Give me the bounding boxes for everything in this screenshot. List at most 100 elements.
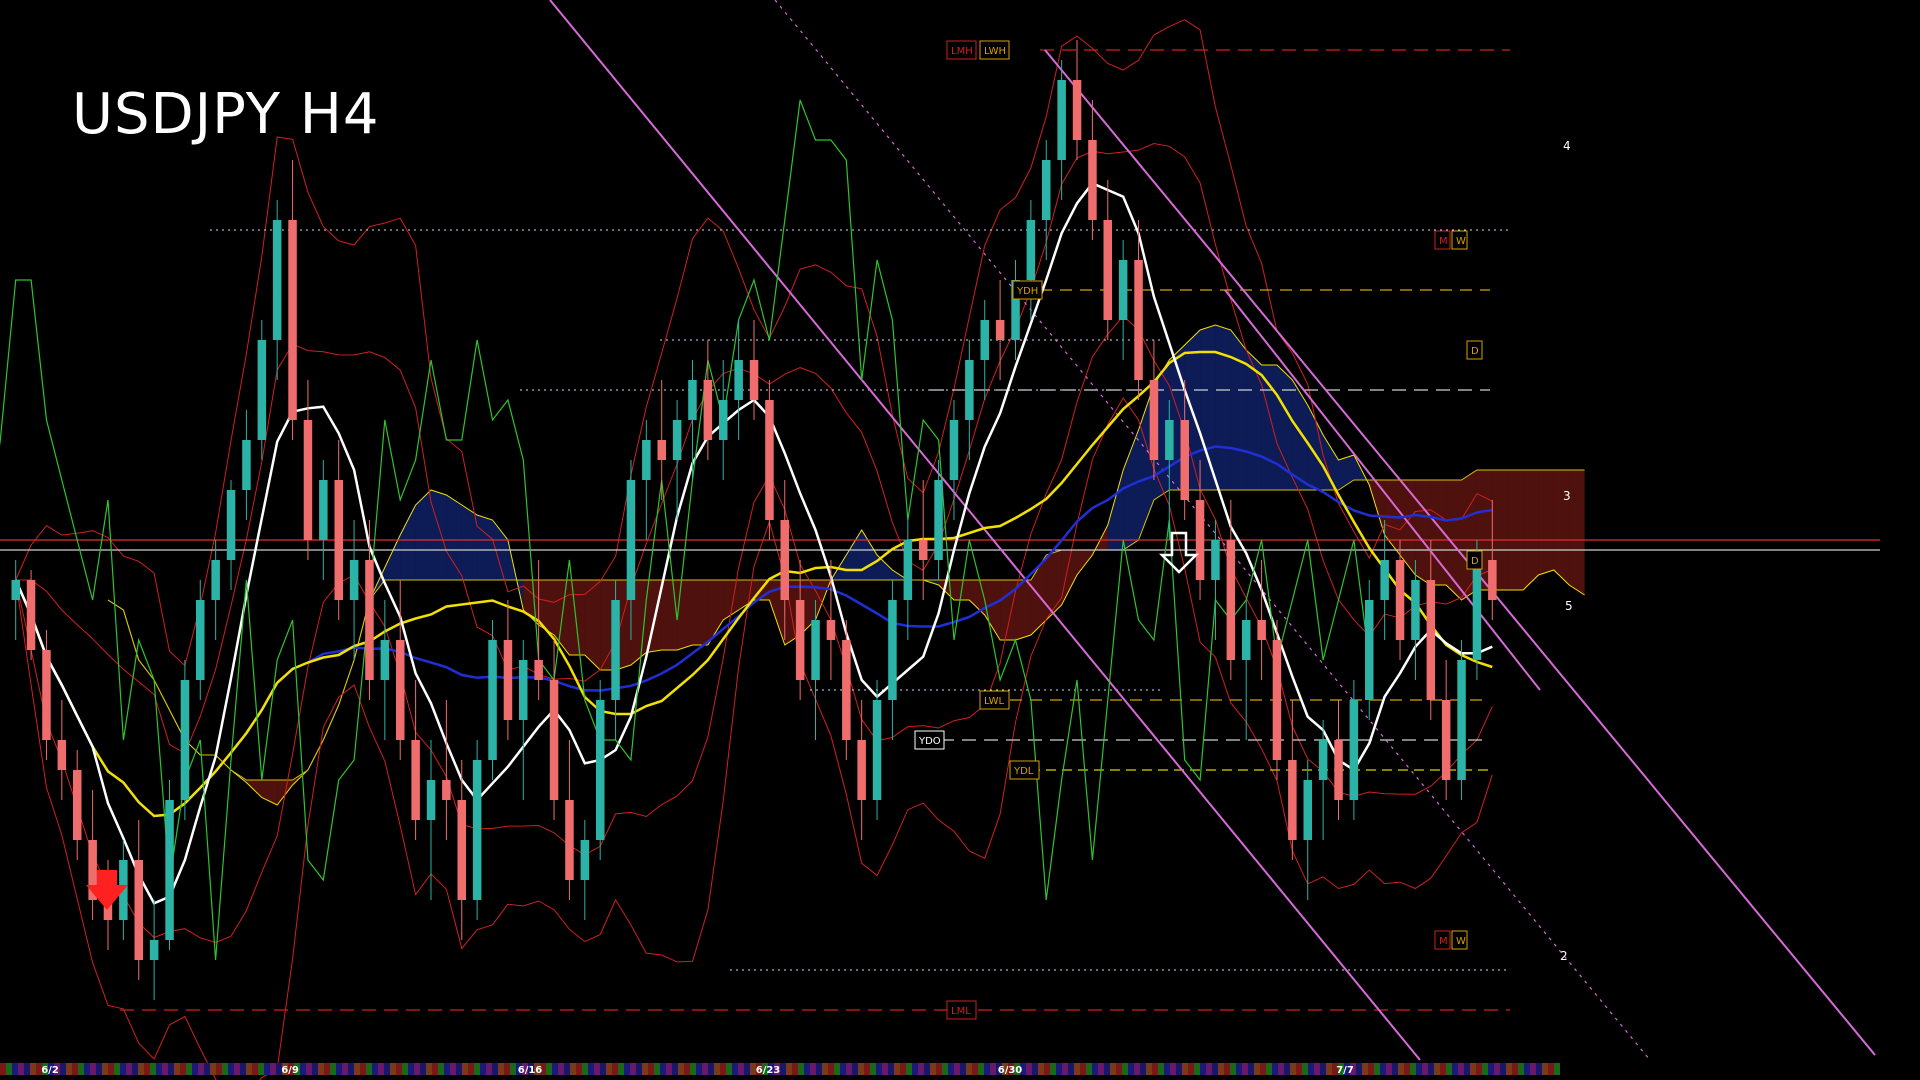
axis-stripe [456, 1063, 462, 1075]
axis-stripe [1074, 1063, 1080, 1075]
cloud-segment [861, 530, 878, 580]
candle-body [596, 700, 605, 840]
cloud-segment [846, 530, 862, 580]
axis-stripe [78, 1063, 84, 1075]
candle-body [272, 220, 282, 340]
axis-stripe [342, 1063, 348, 1075]
axis-stripe [672, 1063, 678, 1075]
candle-body [257, 340, 267, 440]
candle-body [1395, 560, 1405, 640]
cloud-segment [1000, 580, 1016, 640]
axis-stripe [414, 1063, 420, 1075]
axis-stripe [306, 1063, 312, 1075]
axis-stripe [612, 1063, 618, 1075]
axis-stripe [942, 1063, 948, 1075]
candle-body [303, 420, 313, 540]
candle-body [611, 600, 620, 700]
axis-stripe [1212, 1063, 1218, 1075]
axis-stripe [390, 1063, 396, 1075]
axis-stripe [1368, 1063, 1374, 1075]
axis-stripe [1038, 1063, 1044, 1075]
axis-stripe [60, 1063, 66, 1075]
candle-body [396, 640, 405, 740]
axis-stripe [210, 1063, 216, 1075]
axis-stripe [846, 1063, 852, 1075]
price-chart[interactable]: LMHLWHYDHLWLYDOYDLLMLMWDDMW12345 6/26/96… [0, 0, 1920, 1080]
axis-stripe [144, 1063, 150, 1075]
cloud-segment [1507, 470, 1524, 590]
axis-stripe [150, 1063, 156, 1075]
axis-stripe [702, 1063, 708, 1075]
axis-stripe [1404, 1063, 1410, 1075]
axis-stripe [258, 1063, 264, 1075]
axis-stripe [378, 1063, 384, 1075]
axis-stripe [252, 1063, 258, 1075]
axis-stripe [804, 1063, 810, 1075]
candle-body [426, 780, 436, 820]
axis-stripe [972, 1063, 978, 1075]
axis-stripe [624, 1063, 630, 1075]
cloud-segment [1230, 330, 1247, 490]
candle-body [1118, 260, 1128, 320]
axis-stripe [312, 1063, 318, 1075]
axis-stripe [738, 1063, 744, 1075]
candle-body [534, 660, 543, 680]
axis-stripe [1140, 1063, 1146, 1075]
band-lower [15, 397, 1493, 1080]
cloud-segment [1046, 550, 1062, 620]
cloud-segment [1107, 470, 1124, 550]
axis-stripe [1116, 1063, 1122, 1075]
axis-stripe [198, 1063, 204, 1075]
axis-stripe [1200, 1063, 1206, 1075]
axis-stripe [816, 1063, 822, 1075]
axis-stripe [930, 1063, 936, 1075]
axis-stripe [1254, 1063, 1260, 1075]
axis-stripe [678, 1063, 684, 1075]
cloud-segment [569, 580, 585, 655]
candle-body [1472, 560, 1482, 660]
axis-stripe [1266, 1063, 1272, 1075]
cloud-segment [661, 580, 678, 650]
date-tick-label: 6/30 [998, 1065, 1023, 1076]
axis-stripe [270, 1063, 276, 1075]
axis-stripe [396, 1063, 402, 1075]
axis-stripe [786, 1063, 792, 1075]
wave-label-3: 3 [1563, 489, 1571, 503]
axis-stripe [828, 1063, 834, 1075]
axis-stripe [318, 1063, 324, 1075]
candle-body [949, 420, 959, 480]
axis-stripe [90, 1063, 96, 1075]
wave-label-5: 5 [1565, 599, 1573, 613]
axis-stripe [696, 1063, 702, 1075]
axis-stripe [1518, 1063, 1524, 1075]
candle-body [1149, 380, 1159, 460]
axis-stripe [1152, 1063, 1158, 1075]
level-label-text: YDO [918, 736, 941, 747]
axis-stripe [684, 1063, 690, 1075]
level-label-text: LMH [951, 46, 973, 57]
date-tick-label: 6/2 [41, 1065, 59, 1076]
axis-stripe [1176, 1063, 1182, 1075]
axis-stripe [168, 1063, 174, 1075]
axis-stripe [426, 1063, 432, 1075]
level-label-text: D [1471, 556, 1479, 567]
axis-stripe [1284, 1063, 1290, 1075]
axis-stripe [174, 1063, 180, 1075]
axis-stripe [1224, 1063, 1230, 1075]
axis-stripe [1524, 1063, 1530, 1075]
axis-stripe [1302, 1063, 1308, 1075]
axis-stripe [1194, 1063, 1200, 1075]
axis-stripe [1410, 1063, 1416, 1075]
level-label-text: W [1456, 936, 1466, 947]
axis-stripe [132, 1063, 138, 1075]
axis-stripe [1026, 1063, 1032, 1075]
axis-stripe [1308, 1063, 1314, 1075]
axis-stripe [1446, 1063, 1452, 1075]
candle-body [1272, 640, 1282, 760]
candle-body [842, 640, 851, 740]
candle-body [795, 600, 805, 680]
candle-body [1180, 420, 1189, 500]
axis-stripe [1386, 1063, 1392, 1075]
axis-stripe [714, 1063, 720, 1075]
candle-body [1103, 220, 1112, 320]
